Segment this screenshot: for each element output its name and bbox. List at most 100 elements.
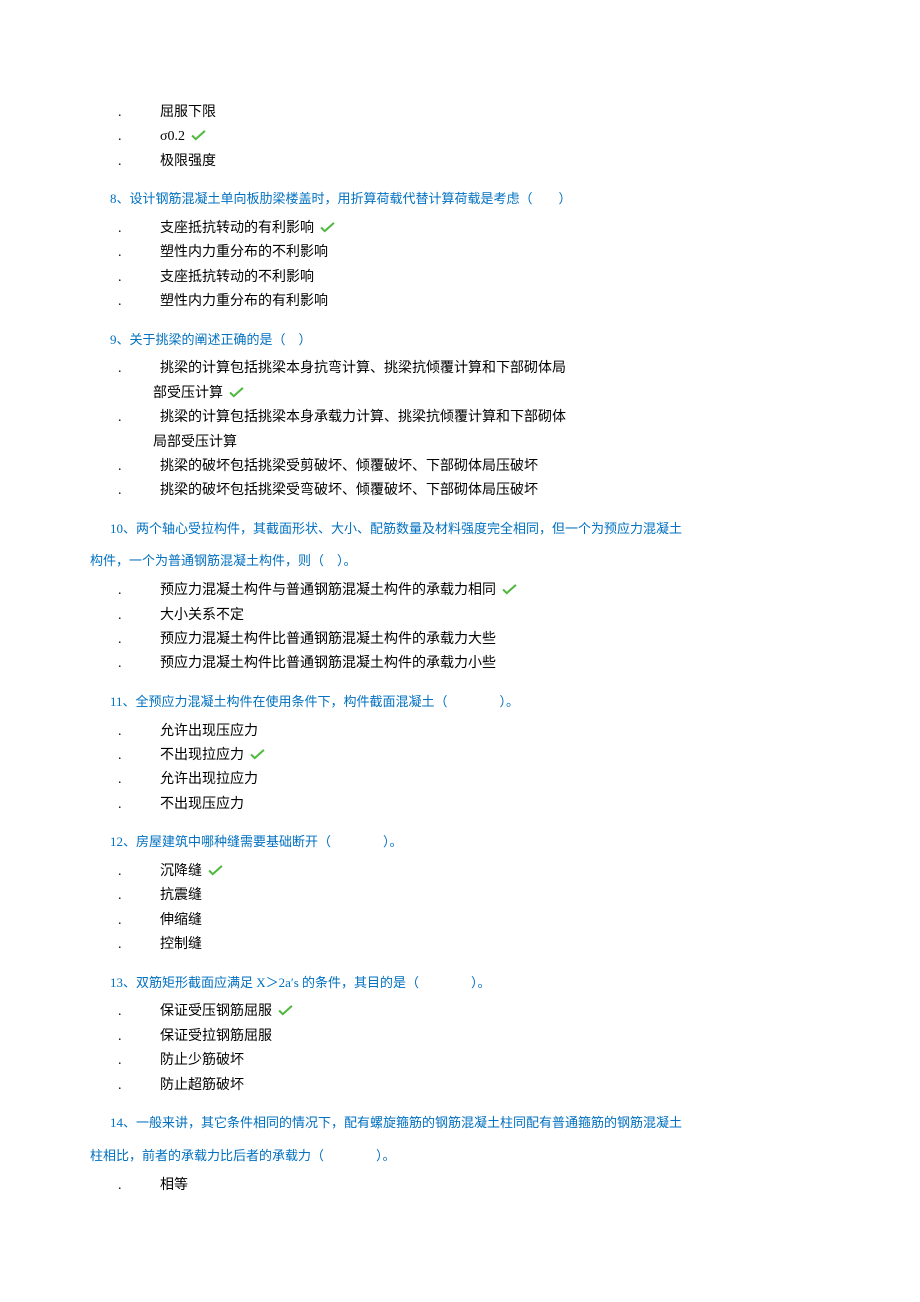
bullet: . <box>90 242 160 264</box>
option-text: 允许出现压应力 <box>160 721 830 743</box>
option-row: . 防止少筋破坏 <box>90 1050 830 1072</box>
bullet: . <box>90 745 160 767</box>
q9-options: . 挑梁的计算包括挑梁本身抗弯计算、挑梁抗倾覆计算和下部砌体局 部受压计算 . … <box>90 358 830 502</box>
option-row: . 保证受压钢筋屈服 <box>90 1001 830 1023</box>
option-text: 挑梁的破坏包括挑梁受剪破坏、倾覆破坏、下部砌体局压破坏 <box>160 456 830 478</box>
bullet: . <box>90 1050 160 1072</box>
check-icon <box>320 221 335 236</box>
option-row: . 允许出现拉应力 <box>90 769 830 791</box>
option-row: . 相等 <box>90 1175 830 1197</box>
option-row: . 预应力混凝土构件比普通钢筋混凝土构件的承载力大些 <box>90 629 830 651</box>
option-text: 不出现压应力 <box>160 794 830 816</box>
bullet: . <box>90 456 160 478</box>
bullet: . <box>90 291 160 313</box>
bullet: . <box>90 580 160 602</box>
bullet: . <box>90 605 160 627</box>
option-text: 保证受压钢筋屈服 <box>160 1001 830 1023</box>
question-8-title: 8、设计钢筋混凝土单向板肋梁楼盖时，用折算荷载代替计算荷载是考虑（ ） <box>110 189 830 210</box>
option-row: . 塑性内力重分布的不利影响 <box>90 242 830 264</box>
bullet: . <box>90 480 160 502</box>
q11-options: . 允许出现压应力 . 不出现拉应力 . 允许出现拉应力 . 不出现压应力 <box>90 721 830 817</box>
option-row: . 抗震缝 <box>90 885 830 907</box>
option-row: . 支座抵抗转动的不利影响 <box>90 267 830 289</box>
option-text: 防止超筋破坏 <box>160 1075 830 1097</box>
option-cont: 部受压计算 <box>90 383 830 405</box>
option-text: 极限强度 <box>160 151 830 173</box>
option-row: . 沉降缝 <box>90 861 830 883</box>
option-row: . 塑性内力重分布的有利影响 <box>90 291 830 313</box>
option-row: . 预应力混凝土构件比普通钢筋混凝土构件的承载力小些 <box>90 653 830 675</box>
bullet: . <box>90 653 160 675</box>
option-row: . 支座抵抗转动的有利影响 <box>90 218 830 240</box>
bullet: . <box>90 1001 160 1023</box>
bullet: . <box>90 358 160 380</box>
bullet: . <box>90 407 160 429</box>
option-row: . 大小关系不定 <box>90 605 830 627</box>
option-text: 挑梁的计算包括挑梁本身承载力计算、挑梁抗倾覆计算和下部砌体 <box>160 407 830 429</box>
question-13-title: 13、双筋矩形截面应满足 X＞2a′s 的条件，其目的是（ ）。 <box>110 973 830 994</box>
bullet: . <box>90 1175 160 1197</box>
option-row: . 挑梁的破坏包括挑梁受弯破坏、倾覆破坏、下部砌体局压破坏 <box>90 480 830 502</box>
bullet: . <box>90 861 160 883</box>
q8-options: . 支座抵抗转动的有利影响 . 塑性内力重分布的不利影响 . 支座抵抗转动的不利… <box>90 218 830 314</box>
bullet: . <box>90 218 160 240</box>
option-text: σ0.2 <box>160 126 830 148</box>
bullet: . <box>90 102 160 124</box>
check-icon <box>502 583 517 598</box>
question-14-title-line2: 柱相比，前者的承载力比后者的承载力（ ）。 <box>90 1146 830 1167</box>
option-text: 保证受拉钢筋屈服 <box>160 1026 830 1048</box>
option-text: 支座抵抗转动的有利影响 <box>160 218 830 240</box>
option-row: . 预应力混凝土构件与普通钢筋混凝土构件的承载力相同 <box>90 580 830 602</box>
option-text: 塑性内力重分布的有利影响 <box>160 291 830 313</box>
option-text: 允许出现拉应力 <box>160 769 830 791</box>
bullet: . <box>90 910 160 932</box>
question-12-title: 12、房屋建筑中哪种缝需要基础断开（ ）。 <box>110 832 830 853</box>
q12-options: . 沉降缝 . 抗震缝 . 伸缩缝 . 控制缝 <box>90 861 830 957</box>
option-text: 预应力混凝土构件比普通钢筋混凝土构件的承载力大些 <box>160 629 830 651</box>
check-icon <box>191 129 206 144</box>
option-row: . 控制缝 <box>90 934 830 956</box>
option-text: 伸缩缝 <box>160 910 830 932</box>
option-text: 支座抵抗转动的不利影响 <box>160 267 830 289</box>
question-10-title-line1: 10、两个轴心受拉构件，其截面形状、大小、配筋数量及材料强度完全相同，但一个为预… <box>110 519 830 540</box>
option-text: 屈服下限 <box>160 102 830 124</box>
check-icon <box>278 1004 293 1019</box>
question-10-title-line2: 构件，一个为普通钢筋混凝土构件，则（ ）。 <box>90 551 830 572</box>
q10-options: . 预应力混凝土构件与普通钢筋混凝土构件的承载力相同 . 大小关系不定 . 预应… <box>90 580 830 676</box>
option-row: . 伸缩缝 <box>90 910 830 932</box>
bullet: . <box>90 721 160 743</box>
option-text: 塑性内力重分布的不利影响 <box>160 242 830 264</box>
bullet: . <box>90 1026 160 1048</box>
bullet: . <box>90 267 160 289</box>
option-row: . 不出现拉应力 <box>90 745 830 767</box>
check-icon <box>229 386 244 401</box>
option-row: . 不出现压应力 <box>90 794 830 816</box>
option-row: . 极限强度 <box>90 151 830 173</box>
bullet: . <box>90 126 160 148</box>
option-row: . 挑梁的计算包括挑梁本身承载力计算、挑梁抗倾覆计算和下部砌体 <box>90 407 830 429</box>
option-row: . 允许出现压应力 <box>90 721 830 743</box>
option-text: 防止少筋破坏 <box>160 1050 830 1072</box>
option-text: 相等 <box>160 1175 830 1197</box>
bullet: . <box>90 629 160 651</box>
q7-options: . 屈服下限 . σ0.2 . 极限强度 <box>90 102 830 173</box>
bullet: . <box>90 934 160 956</box>
option-row: . σ0.2 <box>90 126 830 148</box>
option-row: . 屈服下限 <box>90 102 830 124</box>
bullet: . <box>90 769 160 791</box>
bullet: . <box>90 794 160 816</box>
option-text: 抗震缝 <box>160 885 830 907</box>
option-text: 预应力混凝土构件与普通钢筋混凝土构件的承载力相同 <box>160 580 830 602</box>
option-text: 大小关系不定 <box>160 605 830 627</box>
option-row: . 挑梁的计算包括挑梁本身抗弯计算、挑梁抗倾覆计算和下部砌体局 <box>90 358 830 380</box>
option-text: 挑梁的计算包括挑梁本身抗弯计算、挑梁抗倾覆计算和下部砌体局 <box>160 358 830 380</box>
q13-options: . 保证受压钢筋屈服 . 保证受拉钢筋屈服 . 防止少筋破坏 . 防止超筋破坏 <box>90 1001 830 1097</box>
question-9-title: 9、关于挑梁的阐述正确的是（ ） <box>110 330 830 351</box>
q14-options: . 相等 <box>90 1175 830 1197</box>
question-11-title: 11、全预应力混凝土构件在使用条件下，构件截面混凝土（ ）。 <box>110 692 830 713</box>
option-cont: 局部受压计算 <box>90 432 830 454</box>
check-icon <box>250 748 265 763</box>
option-text: 控制缝 <box>160 934 830 956</box>
option-row: . 保证受拉钢筋屈服 <box>90 1026 830 1048</box>
option-row: . 挑梁的破坏包括挑梁受剪破坏、倾覆破坏、下部砌体局压破坏 <box>90 456 830 478</box>
